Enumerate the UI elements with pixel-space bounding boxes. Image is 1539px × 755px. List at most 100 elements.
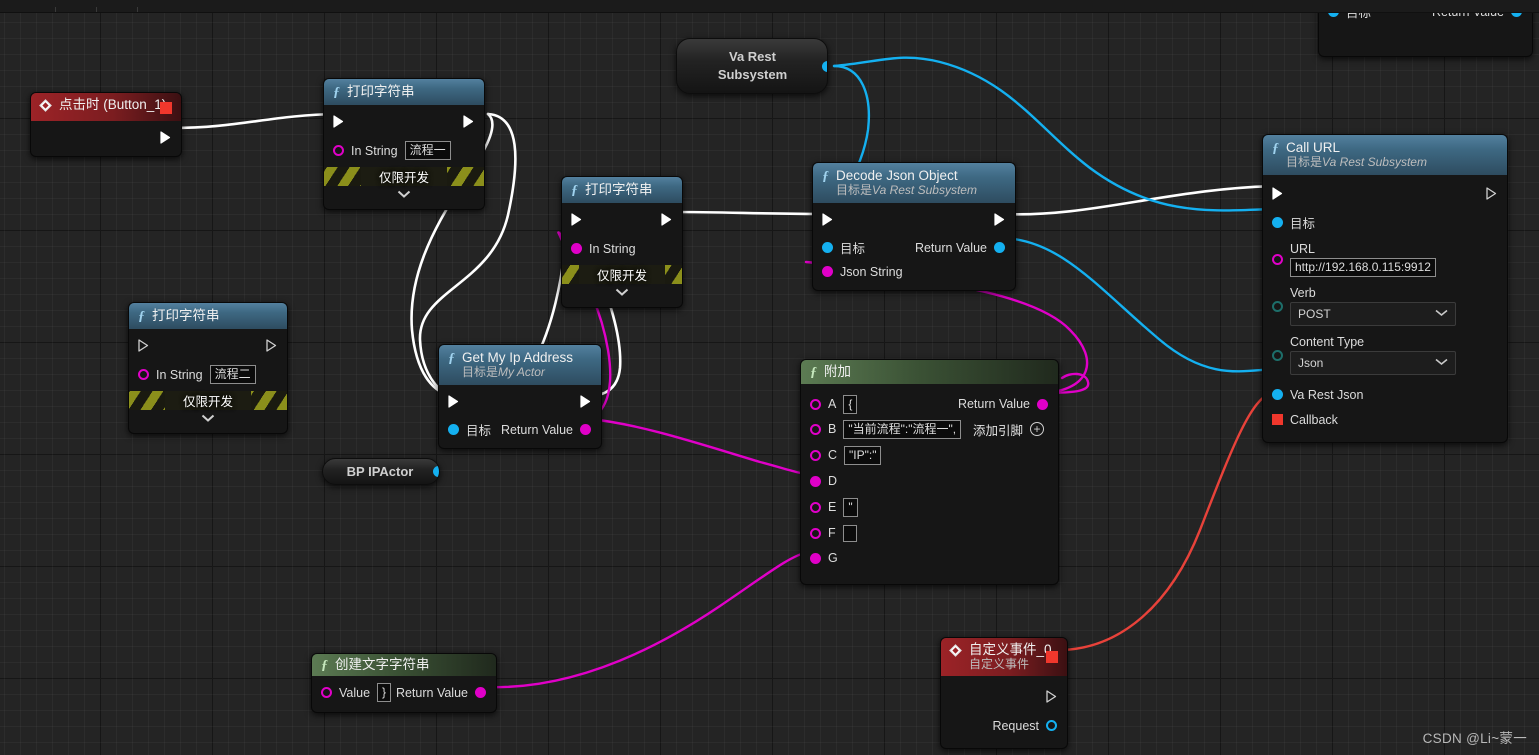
forward-arrow-icon[interactable]	[102, 3, 132, 12]
node-body	[31, 121, 181, 156]
node-body: In String 仅限开发	[562, 203, 682, 307]
json-string-pin[interactable]	[822, 266, 833, 277]
exec-out-pin[interactable]	[160, 131, 171, 144]
toolbar-separator	[137, 7, 138, 12]
node-bp-ipactor[interactable]: BP IPActor	[322, 458, 440, 485]
exec-in-pin[interactable]	[333, 115, 344, 128]
url-input[interactable]: http://192.168.0.115:9912	[1290, 258, 1436, 277]
node-print-string-1[interactable]: ƒ 打印字符串 In String 流程一 仅限开发	[323, 78, 485, 210]
toolbar-separator	[55, 7, 56, 12]
node-subtitle-target: Va Rest Subsystem	[1322, 155, 1427, 169]
append-pin-A-value[interactable]: {	[843, 394, 858, 414]
node-on-clicked-button1[interactable]: 点击时 (Button_1)	[30, 92, 182, 157]
append-pin-F[interactable]	[810, 527, 821, 539]
target-pin[interactable]	[1272, 217, 1283, 228]
in-string-pin[interactable]	[138, 369, 149, 380]
object-out-pin[interactable]	[433, 466, 439, 477]
pin-row-append-D: D	[801, 468, 1058, 494]
request-pin[interactable]	[1046, 720, 1057, 731]
in-string-pin[interactable]	[571, 243, 582, 254]
object-out-pin[interactable]	[822, 60, 827, 72]
exec-out-pin[interactable]	[1486, 187, 1497, 200]
add-pin-button[interactable]: 添加引脚 +	[973, 420, 1044, 439]
append-pin-D[interactable]	[810, 475, 821, 487]
node-subtitle: 自定义事件	[969, 657, 1030, 671]
node-va-rest-subsystem[interactable]: Va Rest Subsystem	[676, 38, 828, 94]
append-pin-B[interactable]	[810, 423, 821, 435]
breadcrumb-tab[interactable]: 事件图表	[364, 13, 433, 14]
node-print-string-2[interactable]: ƒ 打印字符串 In String 流程二 仅限开发	[128, 302, 288, 434]
browse-asset-icon[interactable]	[143, 3, 177, 12]
in-string-value-field[interactable]: 流程二	[209, 365, 256, 384]
pin-row-append-F: F	[801, 520, 1058, 546]
node-expander-chevron-icon[interactable]	[129, 410, 287, 425]
pin-row-exec	[562, 209, 682, 230]
exec-out-pin[interactable]	[266, 339, 277, 352]
return-value-pin[interactable]	[475, 687, 486, 698]
value-pin[interactable]	[321, 687, 332, 698]
exec-out-pin[interactable]	[1046, 690, 1057, 703]
breadcrumb-asset[interactable]: NewWidgetBlueprint	[189, 13, 347, 14]
node-expander-chevron-icon[interactable]	[562, 284, 682, 299]
pin-row-append-B: B "当前流程":"流程一", 添加引脚 +	[801, 416, 1058, 442]
verb-label: Verb	[1290, 286, 1316, 300]
event-delegate-pin[interactable]	[1046, 651, 1058, 663]
append-pin-C[interactable]	[810, 449, 821, 461]
node-body: 目标 Return Value Json String	[813, 203, 1015, 290]
save-icon[interactable]	[6, 3, 36, 12]
plus-icon: +	[1030, 422, 1044, 436]
content-type-pin[interactable]	[1272, 349, 1283, 361]
node-custom-event[interactable]: 自定义事件_0 自定义事件 Request	[940, 637, 1068, 749]
value-input[interactable]: }	[377, 683, 392, 702]
node-make-literal-string[interactable]: ƒ 创建文字字符串 Value } Return Value	[311, 653, 497, 713]
node-decode-json-object[interactable]: ƒ Decode Json Object 目标是Va Rest Subsyste…	[812, 162, 1016, 291]
event-delegate-pin[interactable]	[160, 102, 172, 114]
return-value-pin[interactable]	[994, 242, 1005, 253]
callback-pin[interactable]	[1272, 414, 1283, 425]
blueprint-editor-window: 点击时 (Button_1) ƒ 打印字符串 In String 流程一 仅限开…	[0, 0, 1539, 755]
return-value-pin[interactable]	[580, 424, 591, 435]
return-value-label: Return Value	[914, 240, 987, 255]
dropdown-caret-icon[interactable]	[36, 3, 50, 12]
verb-dropdown[interactable]: POST	[1290, 302, 1456, 326]
event-diamond-icon	[39, 97, 52, 117]
return-value-pin[interactable]	[1037, 398, 1048, 410]
verb-pin[interactable]	[1272, 300, 1283, 312]
node-title: Get My Ip Address	[462, 350, 574, 365]
exec-out-pin[interactable]	[463, 115, 474, 128]
in-string-label: In String	[351, 143, 398, 158]
append-pin-C-value[interactable]: "IP":"	[844, 445, 882, 465]
append-pin-E-value[interactable]: "	[843, 497, 858, 517]
exec-out-pin[interactable]	[661, 213, 672, 226]
back-arrow-icon[interactable]	[61, 3, 91, 12]
function-icon: ƒ	[571, 183, 578, 198]
append-pin-F-value[interactable]	[842, 524, 857, 542]
node-call-url[interactable]: ƒ Call URL 目标是Va Rest Subsystem 目标 URL h…	[1262, 134, 1508, 443]
exec-out-pin[interactable]	[994, 213, 1005, 226]
in-string-value-field[interactable]: 流程一	[404, 141, 451, 160]
node-get-my-ip-address[interactable]: ƒ Get My Ip Address 目标是My Actor 目标 Retur…	[438, 344, 602, 449]
append-pin-E[interactable]	[810, 501, 821, 513]
exec-in-pin[interactable]	[571, 213, 582, 226]
exec-out-pin[interactable]	[580, 395, 591, 408]
node-print-string-3[interactable]: ƒ 打印字符串 In String 仅限开发	[561, 176, 683, 308]
exec-in-pin[interactable]	[138, 339, 149, 352]
node-title: Call URL	[1286, 140, 1341, 155]
target-pin[interactable]	[822, 242, 833, 253]
target-pin[interactable]	[448, 424, 459, 435]
in-string-pin[interactable]	[333, 145, 344, 156]
append-pin-B-value[interactable]: "当前流程":"流程一",	[843, 419, 962, 439]
append-pin-A[interactable]	[810, 398, 821, 410]
node-header: ƒ 打印字符串	[324, 79, 484, 105]
append-pin-G[interactable]	[810, 552, 821, 564]
va-rest-json-pin[interactable]	[1272, 389, 1283, 400]
node-append[interactable]: ƒ 附加 A { Return Value B "当前流程":"流程一", 添加…	[800, 359, 1059, 585]
node-expander-chevron-icon[interactable]	[324, 186, 484, 201]
exec-in-pin[interactable]	[1272, 187, 1283, 200]
exec-in-pin[interactable]	[822, 213, 833, 226]
url-pin[interactable]	[1272, 254, 1283, 265]
pin-row-value-return: Value } Return Value	[312, 682, 496, 703]
function-icon: ƒ	[321, 658, 328, 673]
exec-in-pin[interactable]	[448, 395, 459, 408]
content-type-dropdown[interactable]: Json	[1290, 351, 1456, 375]
